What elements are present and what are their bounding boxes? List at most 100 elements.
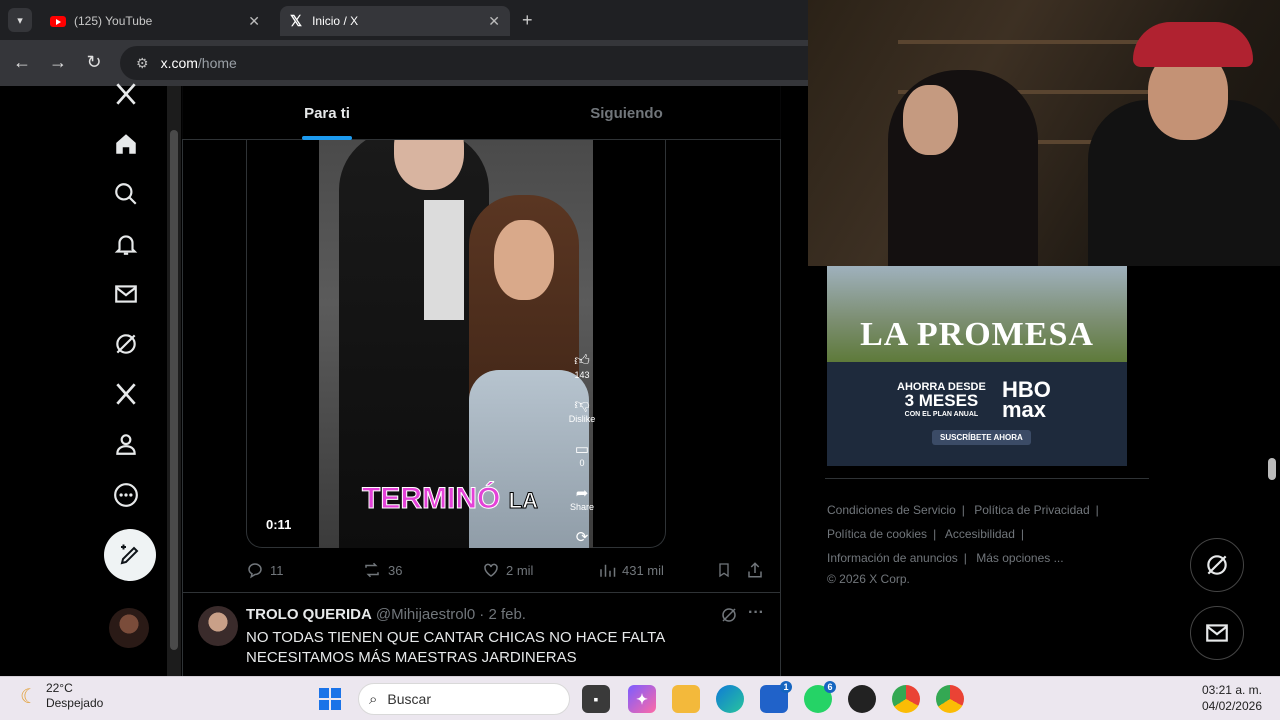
mail-icon[interactable] — [108, 276, 144, 312]
weather-desc: Despejado — [45, 696, 104, 710]
scrollbar-thumb[interactable] — [170, 130, 178, 650]
bell-icon[interactable] — [108, 226, 144, 262]
search-icon[interactable] — [108, 176, 144, 212]
home-icon[interactable] — [108, 126, 144, 162]
post-author-handle[interactable]: @Mihijaestrol0 — [376, 606, 475, 623]
ad-promo-text: AHORRA DESDE 3 MESES CON EL PLAN ANUAL — [897, 380, 986, 422]
close-tab-icon[interactable]: ✕ — [488, 13, 500, 30]
messages-float-button[interactable] — [1190, 606, 1244, 660]
weather-temp: 22°C — [45, 681, 73, 695]
video-person-woman-face — [494, 220, 554, 300]
whatsapp-icon[interactable]: 6 — [804, 681, 836, 713]
reply-button[interactable]: 11 — [246, 561, 284, 579]
ad-title: LA PROMESA — [860, 316, 1094, 353]
grok-icon[interactable] — [108, 326, 144, 362]
url-path: /home — [197, 55, 237, 71]
post-author-avatar[interactable] — [198, 606, 238, 646]
feed-tabs: Para ti Siguiendo — [182, 86, 781, 140]
grok-icon — [1207, 555, 1227, 575]
caption-white-text: LA — [508, 488, 538, 514]
account-avatar[interactable] — [109, 608, 149, 648]
x-logo-icon[interactable] — [108, 76, 144, 112]
tab-youtube[interactable]: (125) YouTube ✕ — [40, 6, 270, 36]
views-count: 431 mil — [622, 562, 664, 578]
views-button[interactable]: 431 mil — [598, 561, 664, 579]
back-arrow-icon[interactable]: ← — [11, 52, 33, 73]
caption-pink-text: TERMINÓ — [361, 482, 501, 516]
video-comment-action[interactable]: ▭ 0 — [566, 440, 598, 468]
url-host: x.com — [160, 55, 198, 71]
edge-icon[interactable] — [716, 685, 744, 713]
tab-x-home[interactable]: 𝕏 Inicio / X ✕ — [280, 6, 510, 36]
tab-for-you[interactable]: Para ti — [182, 86, 472, 140]
forward-arrow-icon[interactable]: → — [47, 52, 69, 73]
windows-start-icon[interactable] — [316, 685, 344, 713]
moon-icon: ☾ — [20, 685, 38, 708]
url-bar[interactable]: ⚙ x.com/home — [120, 46, 808, 80]
windows-taskbar: ☾ 22°C Despejado ⌕ Buscar ▪ ✦ 1 6 03:21 … — [0, 676, 1280, 720]
video-share-action[interactable]: ➦ Share — [566, 484, 598, 512]
video-dislike-label: Dislike — [568, 414, 596, 424]
video-shirt — [424, 200, 464, 320]
store-icon[interactable]: 1 — [760, 681, 792, 713]
file-explorer-icon[interactable] — [672, 685, 700, 713]
analytics-icon — [600, 564, 616, 577]
ad-promo-big: 3 MESES — [904, 391, 979, 410]
taskbar-search-placeholder: Buscar — [387, 691, 431, 707]
close-tab-icon[interactable]: ✕ — [248, 13, 260, 30]
footer-links: Condiciones de Servicio | Política de Pri… — [827, 498, 1127, 588]
post-button[interactable] — [104, 529, 156, 581]
video-remix-action[interactable]: ⟳ — [566, 528, 598, 546]
task-view-icon[interactable]: ▪ — [582, 685, 610, 713]
promoted-ad[interactable]: LA PROMESA AHORRA DESDE 3 MESES CON EL P… — [827, 266, 1127, 466]
post-action-row: 11 36 2 mil 431 mil — [246, 556, 766, 584]
webcam-person-a-face — [903, 85, 958, 155]
taskbar-search[interactable]: ⌕ Buscar — [358, 683, 570, 715]
post-more-icon[interactable]: ··· — [748, 604, 764, 622]
profile-icon[interactable] — [108, 426, 144, 462]
system-clock[interactable]: 03:21 a. m. 04/02/2026 — [1190, 682, 1262, 714]
right-scrollbar-thumb[interactable] — [1268, 458, 1276, 480]
footer-more-link[interactable]: Más opciones ... — [976, 551, 1063, 565]
bookmark-icon — [719, 563, 729, 578]
grok-float-button[interactable] — [1190, 538, 1244, 592]
like-button[interactable]: 2 mil — [482, 561, 533, 579]
repost-button[interactable]: 36 — [362, 561, 402, 579]
post-author-name[interactable]: TROLO QUERIDA — [246, 606, 372, 623]
chrome-profile-icon[interactable] — [936, 685, 964, 713]
post-date[interactable]: · 2 feb. — [479, 606, 526, 623]
footer-privacy-link[interactable]: Política de Privacidad — [974, 503, 1089, 517]
grok-post-icon[interactable] — [720, 606, 738, 629]
video-caption: TERMINÓ LA — [361, 482, 538, 516]
video-dislike-action[interactable]: 👎︎ Dislike — [566, 396, 598, 424]
obs-icon[interactable] — [848, 685, 876, 713]
ad-promo-line3: CON EL PLAN ANUAL — [904, 411, 979, 418]
comment-icon: ▭ — [574, 441, 590, 458]
footer-cookies-link[interactable]: Política de cookies — [827, 527, 927, 541]
like-count: 2 mil — [506, 562, 534, 578]
footer-ads-info-link[interactable]: Información de anuncios — [827, 551, 958, 565]
bookmark-button[interactable] — [716, 561, 732, 579]
active-tab-indicator — [302, 136, 352, 140]
video-like-action[interactable]: 👍︎ 143 — [566, 352, 598, 380]
tab-search-button[interactable]: ▾ — [8, 8, 32, 32]
more-icon[interactable] — [108, 477, 144, 513]
repost-count: 36 — [388, 562, 403, 578]
ad-subscribe-button[interactable]: SUSCRÍBETE AHORA — [932, 430, 1031, 445]
copilot-icon[interactable]: ✦ — [628, 685, 656, 713]
webcam-overlay — [808, 0, 1280, 266]
chrome-icon[interactable] — [892, 685, 920, 713]
new-tab-button[interactable]: + — [522, 10, 533, 31]
site-info-icon[interactable]: ⚙ — [136, 55, 149, 72]
video-comment-count: 0 — [579, 458, 585, 468]
tab-title: Inicio / X — [312, 14, 359, 28]
tab-following[interactable]: Siguiendo — [472, 86, 781, 140]
share-post-button[interactable] — [746, 561, 764, 579]
weather-widget[interactable]: ☾ 22°C Despejado — [20, 681, 103, 711]
x-premium-icon[interactable] — [108, 376, 144, 412]
footer-terms-link[interactable]: Condiciones de Servicio — [827, 503, 956, 517]
clock-date: 04/02/2026 — [1201, 699, 1262, 713]
video-like-count: 143 — [574, 370, 590, 380]
footer-accessibility-link[interactable]: Accesibilidad — [945, 527, 1015, 541]
reload-icon[interactable]: ↻ — [83, 52, 105, 73]
